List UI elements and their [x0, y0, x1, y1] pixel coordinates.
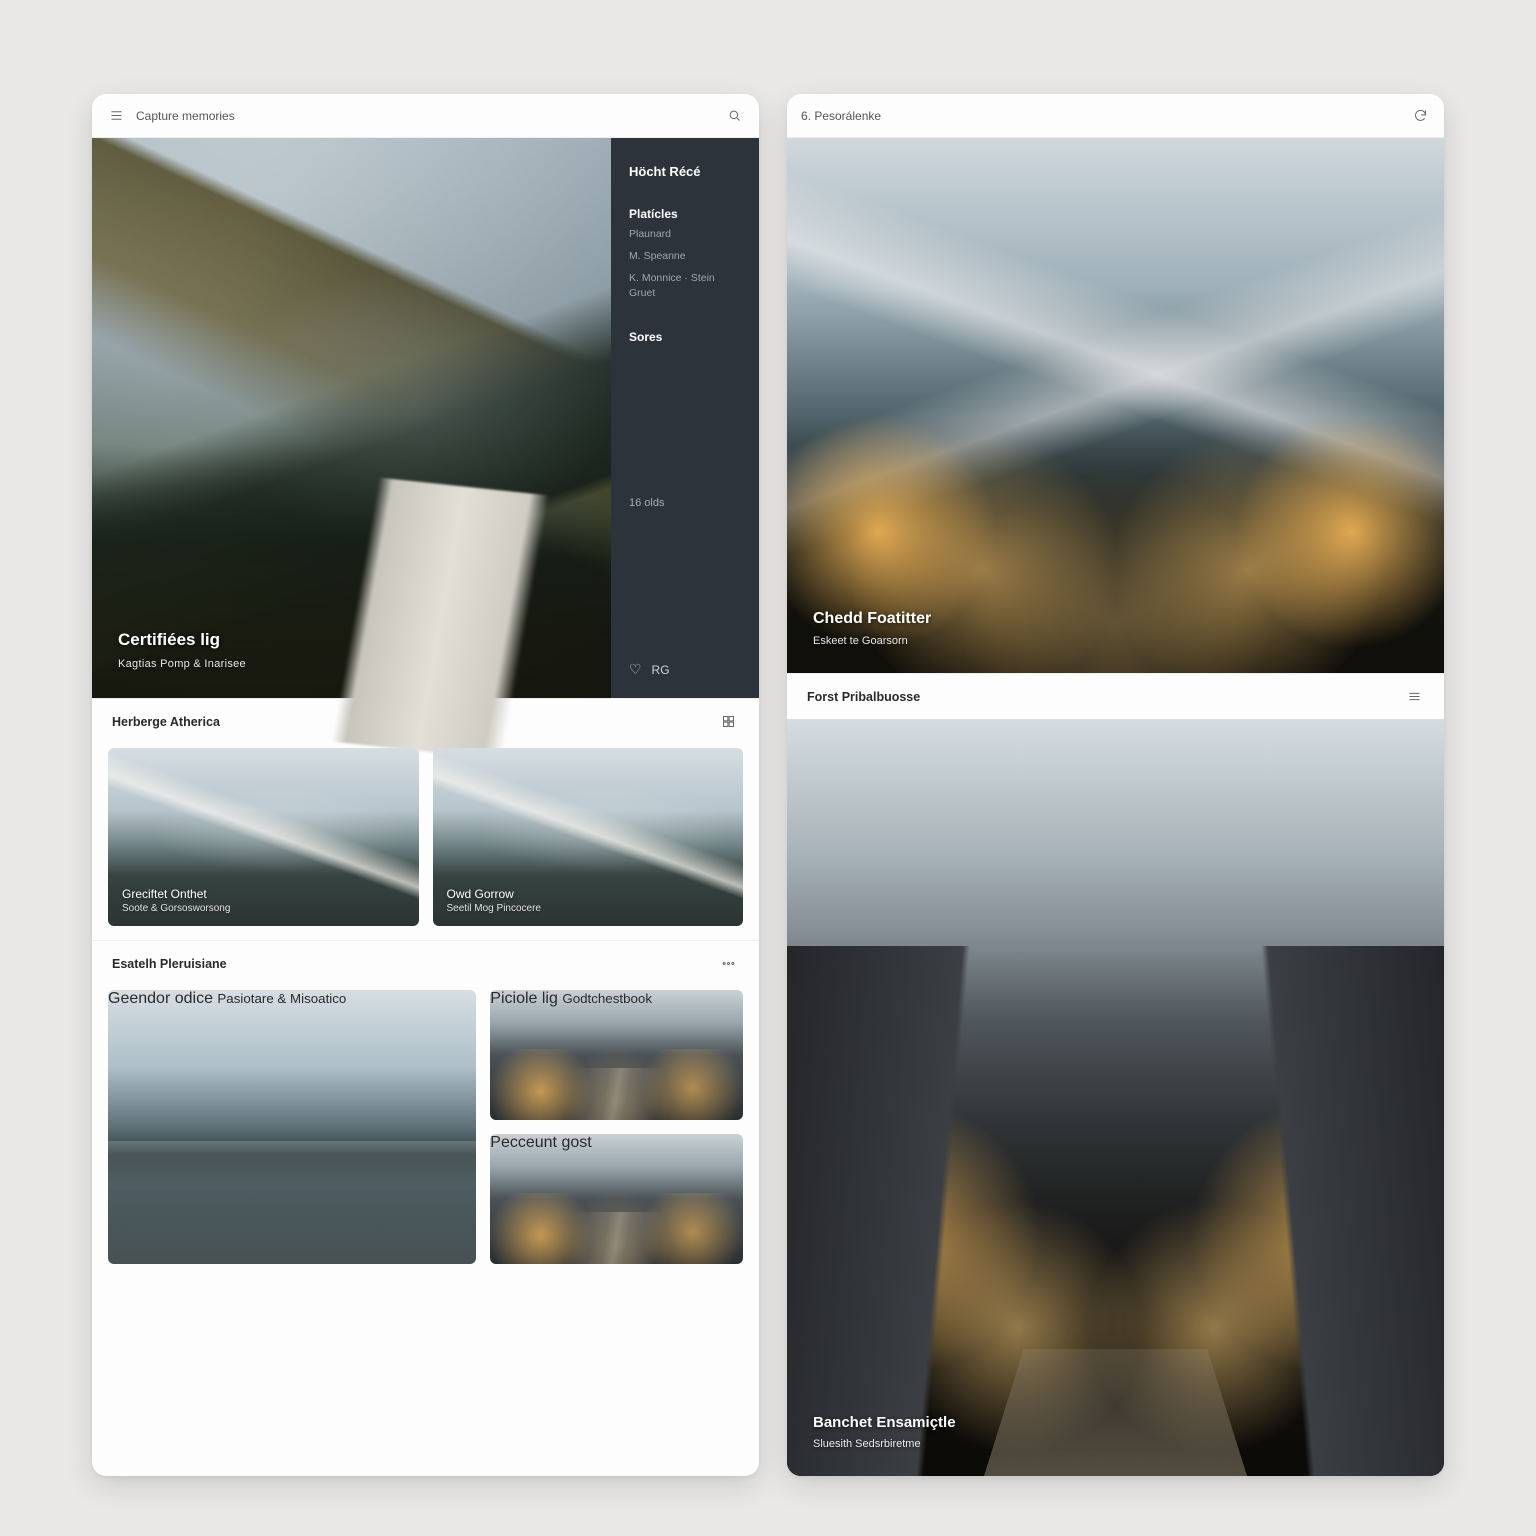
- right-feature-caption: Banchet Ensamiçtle Sluesith Sedsrbiretme: [813, 1414, 956, 1452]
- right-feature[interactable]: Banchet Ensamiçtle Sluesith Sedsrbiretme: [787, 719, 1444, 1476]
- hero-side-block: Platícles Plaunard M. Speanne K. Monnice…: [629, 207, 741, 302]
- left-panel: Capture memories Certifiées lig Kagtias …: [92, 94, 759, 1476]
- big-thumb-title: Geendor odice: [108, 990, 213, 1007]
- mini-1[interactable]: Piciole lig Godtchestbook: [490, 990, 743, 1120]
- thumb-row-2: Geendor odice Pasiotare & Misoatico Pici…: [92, 986, 759, 1282]
- hero-image-village-night: [787, 138, 1444, 673]
- section-title-1: Herberge Atherica: [112, 715, 220, 729]
- refresh-icon[interactable]: [1410, 106, 1430, 126]
- thumb-1-title: Greciftet Onthet: [122, 887, 207, 901]
- right-section-title: Forst Pribalbuosse: [807, 690, 920, 704]
- hero-side-line-3: K. Monnice · Stein Gruet: [629, 271, 741, 303]
- right-topbar: 6. Pesorálenke: [787, 94, 1444, 138]
- hero-image-mountain-road[interactable]: Certifiées lig Kagtias Pomp & Inarisee: [92, 138, 611, 698]
- left-topbar-title: Capture memories: [136, 109, 235, 123]
- stack: Piciole lig Godtchestbook Pecceunt gost: [490, 990, 743, 1264]
- hero-side-group: Sores: [629, 330, 741, 344]
- mini-2-title: Pecceunt gost: [490, 1134, 591, 1151]
- thumb-1[interactable]: Greciftet Onthet Soote & Gorsosworsong: [108, 748, 419, 926]
- left-hero: Certifiées lig Kagtias Pomp & Inarisee H…: [92, 138, 759, 698]
- left-topbar: Capture memories: [92, 94, 759, 138]
- right-topbar-title: 6. Pesorálenke: [801, 109, 881, 123]
- thumb-2-title: Owd Gorrow: [447, 887, 514, 901]
- right-hero-title: Chedd Foatitter: [813, 610, 931, 628]
- more-icon[interactable]: [719, 954, 739, 974]
- right-section-head: Forst Pribalbuosse: [787, 673, 1444, 719]
- hero-side-line-2: M. Speanne: [629, 249, 741, 265]
- thumb-row-1: Greciftet Onthet Soote & Gorsosworsong O…: [92, 744, 759, 940]
- list-icon[interactable]: [1404, 687, 1424, 707]
- thumb-1-sub: Soote & Gorsosworsong: [122, 903, 230, 914]
- big-thumb-sub: Pasiotare & Misoatico: [217, 991, 346, 1006]
- right-feature-sub: Sluesith Sedsrbiretme: [813, 1438, 921, 1450]
- feature-image-alley: [787, 719, 1444, 1476]
- hero-caption: Certifiées lig Kagtias Pomp & Inarisee: [118, 630, 246, 672]
- menu-icon[interactable]: [106, 106, 126, 126]
- hero-side-line-1: Plaunard: [629, 227, 741, 243]
- right-hero-caption: Chedd Foatitter Eskeet te Goarsorn: [813, 610, 931, 649]
- section-head-2: Esatelh Pleruisiane: [92, 940, 759, 986]
- hero-side-footer-label: 16 olds: [629, 497, 741, 509]
- right-feature-title: Banchet Ensamiçtle: [813, 1414, 956, 1431]
- grid-icon[interactable]: [719, 712, 739, 732]
- right-panel: 6. Pesorálenke Chedd Foatitter Eskeet te…: [787, 94, 1444, 1476]
- thumb-2[interactable]: Owd Gorrow Seetil Mog Pincocere: [433, 748, 744, 926]
- section-title-2: Esatelh Pleruisiane: [112, 957, 227, 971]
- mini-1-sub: Godtchestbook: [562, 991, 652, 1006]
- thumb-2-sub: Seetil Mog Pincocere: [447, 903, 542, 914]
- right-hero[interactable]: Chedd Foatitter Eskeet te Goarsorn: [787, 138, 1444, 673]
- hero-subtitle: Kagtias Pomp & Inarisee: [118, 658, 246, 670]
- mini-1-title: Piciole lig: [490, 990, 558, 1007]
- hero-side-heading: Höcht Récé: [629, 164, 741, 179]
- hero-title: Certifiées lig: [118, 630, 246, 650]
- search-icon[interactable]: [725, 106, 745, 126]
- hero-side-block-title: Platícles: [629, 207, 741, 221]
- big-thumb[interactable]: Geendor odice Pasiotare & Misoatico: [108, 990, 476, 1264]
- right-hero-sub: Eskeet te Goarsorn: [813, 635, 908, 647]
- mini-2[interactable]: Pecceunt gost: [490, 1134, 743, 1264]
